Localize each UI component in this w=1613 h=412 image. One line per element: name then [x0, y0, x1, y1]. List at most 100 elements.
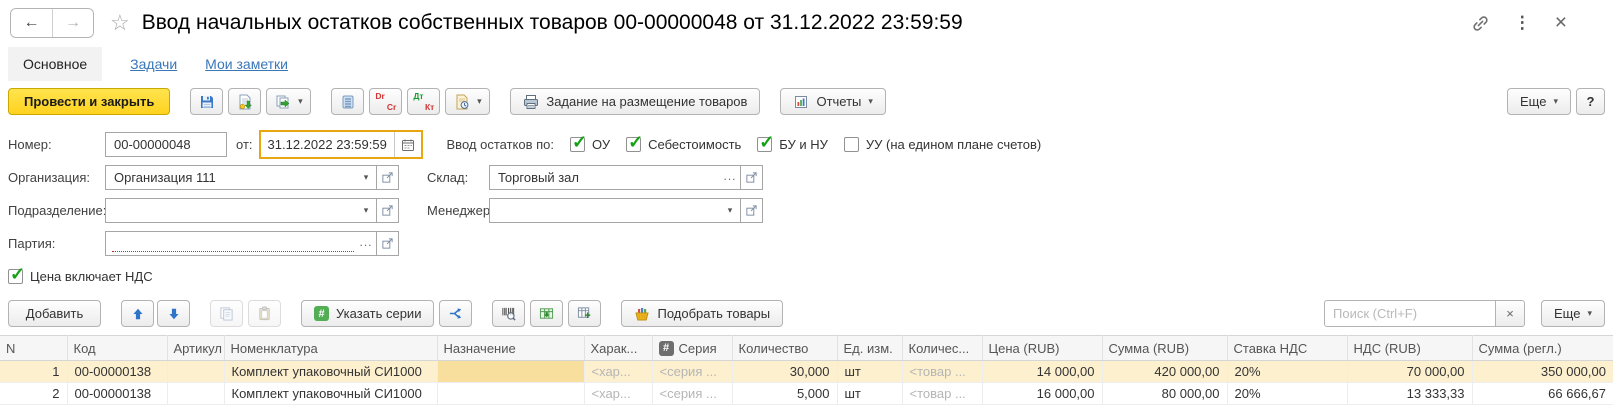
placement-task-button[interactable]: Задание на размещение товаров	[510, 88, 760, 115]
cell-article[interactable]	[167, 383, 224, 405]
more-menu-icon[interactable]: ⋮	[1514, 13, 1531, 33]
cell-vat-amount[interactable]: 70 000,00	[1347, 361, 1472, 383]
cell-unit[interactable]: шт	[837, 361, 902, 383]
more-button[interactable]: Еще ▾	[1507, 88, 1571, 115]
cell-characteristic[interactable]: <хар...	[584, 361, 652, 383]
cell-quantity[interactable]: 5,000	[732, 383, 837, 405]
cell-purpose[interactable]	[437, 361, 584, 383]
warehouse-field[interactable]: Торговый зал ...	[489, 165, 741, 190]
close-icon[interactable]: ×	[1555, 11, 1567, 35]
cell-n[interactable]: 2	[0, 383, 67, 405]
chevron-down-icon[interactable]: ▾	[356, 166, 376, 189]
column-header-purpose[interactable]: Назначение	[437, 336, 584, 361]
number-field[interactable]: 00-00000048	[105, 132, 227, 157]
grid-more-button[interactable]: Еще ▾	[1541, 300, 1605, 327]
cell-goods-qty[interactable]: <товар ...	[902, 383, 982, 405]
move-down-button[interactable]	[157, 300, 190, 327]
tab-my-notes[interactable]: Мои заметки	[205, 56, 288, 72]
department-field[interactable]: ▾	[105, 198, 377, 223]
cell-nomenclature[interactable]: Комплект упаковочный СИ1000	[224, 383, 437, 405]
checkbox-ou[interactable]: ОУ	[570, 137, 610, 152]
cell-vat-amount[interactable]: 13 333,33	[1347, 383, 1472, 405]
manager-field[interactable]: ▾	[489, 198, 741, 223]
table-row[interactable]: 2 00-00000138 Комплект упаковочный СИ100…	[0, 383, 1613, 405]
checkbox-bu-nu[interactable]: БУ и НУ	[757, 137, 828, 152]
cell-amount[interactable]: 80 000,00	[1102, 383, 1227, 405]
cell-amount-regl[interactable]: 66 666,67	[1472, 383, 1613, 405]
cell-vat-rate[interactable]: 20%	[1227, 383, 1347, 405]
column-header-price[interactable]: Цена (RUB)	[982, 336, 1102, 361]
column-header-unit[interactable]: Ед. изм.	[837, 336, 902, 361]
column-header-article[interactable]: Артикул	[167, 336, 224, 361]
forward-button[interactable]: →	[52, 9, 93, 37]
drcr-movements-button[interactable]: DrCr	[369, 88, 402, 115]
checkbox-uu[interactable]: УУ (на едином плане счетов)	[844, 137, 1041, 152]
pick-goods-button[interactable]: Подобрать товары	[621, 300, 783, 327]
date-field[interactable]: 31.12.2022 23:59:59	[259, 130, 423, 159]
register-records-button[interactable]	[331, 88, 364, 115]
search-clear-button[interactable]: ×	[1495, 300, 1525, 327]
column-header-nomenclature[interactable]: Номенклатура	[224, 336, 437, 361]
department-open-button[interactable]	[376, 198, 399, 223]
cell-series[interactable]: <серия ...	[652, 383, 732, 405]
cell-code[interactable]: 00-00000138	[67, 383, 167, 405]
calendar-button[interactable]	[394, 132, 421, 157]
manager-open-button[interactable]	[740, 198, 763, 223]
cell-article[interactable]	[167, 361, 224, 383]
chevron-down-icon[interactable]: ▾	[356, 199, 376, 222]
favorite-star-icon[interactable]: ☆	[110, 10, 130, 36]
back-button[interactable]: ←	[11, 9, 52, 37]
load-table-button[interactable]	[530, 300, 563, 327]
help-button[interactable]: ?	[1576, 88, 1605, 115]
organization-open-button[interactable]	[376, 165, 399, 190]
create-based-on-button[interactable]: ▾	[266, 88, 311, 115]
post-document-button[interactable]	[228, 88, 261, 115]
cell-code[interactable]: 00-00000138	[67, 361, 167, 383]
cell-quantity[interactable]: 30,000	[732, 361, 837, 383]
cell-price[interactable]: 14 000,00	[982, 361, 1102, 383]
column-header-code[interactable]: Код	[67, 336, 167, 361]
add-table-column-button[interactable]	[568, 300, 601, 327]
column-header-amount-regl[interactable]: Сумма (регл.)	[1472, 336, 1613, 361]
cell-unit[interactable]: шт	[837, 383, 902, 405]
chevron-down-icon[interactable]: ▾	[720, 199, 740, 222]
cell-n[interactable]: 1	[0, 361, 67, 383]
link-icon[interactable]	[1471, 14, 1490, 33]
add-row-button[interactable]: Добавить	[8, 300, 101, 327]
cell-price[interactable]: 16 000,00	[982, 383, 1102, 405]
batch-open-button[interactable]	[376, 231, 399, 256]
warehouse-open-button[interactable]	[740, 165, 763, 190]
choose-ellipsis-icon[interactable]: ...	[720, 166, 740, 189]
table-row[interactable]: 1 00-00000138 Комплект упаковочный СИ100…	[0, 361, 1613, 383]
column-header-goods-qty[interactable]: Количес...	[902, 336, 982, 361]
barcode-search-button[interactable]	[492, 300, 525, 327]
cell-amount[interactable]: 420 000,00	[1102, 361, 1227, 383]
post-and-close-button[interactable]: Провести и закрыть	[8, 88, 170, 115]
specify-series-button[interactable]: # Указать серии	[301, 300, 434, 327]
column-header-vat-amount[interactable]: НДС (RUB)	[1347, 336, 1472, 361]
document-schedule-button[interactable]: ▾	[445, 88, 490, 115]
cell-purpose[interactable]	[437, 383, 584, 405]
cell-series[interactable]: <серия ...	[652, 361, 732, 383]
column-header-vat-rate[interactable]: Ставка НДС	[1227, 336, 1347, 361]
column-header-quantity[interactable]: Количество	[732, 336, 837, 361]
checkbox-cost[interactable]: Себестоимость	[626, 137, 741, 152]
dtkt-movements-button[interactable]: ДтКт	[407, 88, 440, 115]
column-header-series[interactable]: #Серия	[652, 336, 732, 361]
checkbox-vat-included[interactable]: Цена включает НДС	[8, 269, 153, 284]
save-button[interactable]	[190, 88, 223, 115]
tab-tasks[interactable]: Задачи	[130, 56, 177, 72]
column-header-characteristic[interactable]: Харак...	[584, 336, 652, 361]
batch-field[interactable]: ...	[105, 231, 377, 256]
cell-vat-rate[interactable]: 20%	[1227, 361, 1347, 383]
move-up-button[interactable]	[121, 300, 154, 327]
split-row-button[interactable]	[439, 300, 472, 327]
search-input[interactable]	[1324, 300, 1496, 327]
reports-button[interactable]: Отчеты ▾	[780, 88, 885, 115]
cell-amount-regl[interactable]: 350 000,00	[1472, 361, 1613, 383]
cell-characteristic[interactable]: <хар...	[584, 383, 652, 405]
organization-field[interactable]: Организация 111 ▾	[105, 165, 377, 190]
column-header-n[interactable]: N	[0, 336, 67, 361]
cell-goods-qty[interactable]: <товар ...	[902, 361, 982, 383]
tab-main[interactable]: Основное	[8, 47, 102, 81]
